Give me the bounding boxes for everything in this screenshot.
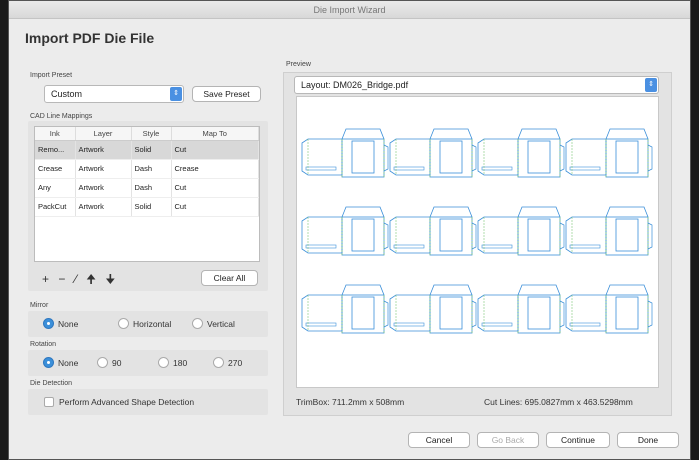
cell-map-to[interactable]: Crease: [171, 159, 259, 179]
radio-label: 180: [173, 357, 188, 368]
rotation-none-radio[interactable]: None: [43, 357, 78, 368]
mirror-none-radio[interactable]: None: [43, 318, 78, 329]
window-title: Die Import Wizard: [9, 1, 690, 19]
checkbox-icon: [44, 397, 54, 407]
continue-button[interactable]: Continue: [546, 432, 610, 448]
cell-layer: Artwork: [75, 197, 132, 217]
advanced-shape-detection-checkbox[interactable]: Perform Advanced Shape Detection: [44, 397, 194, 407]
col-layer[interactable]: Layer: [75, 127, 132, 141]
die-unit: [565, 206, 653, 256]
rotation-180-radio[interactable]: 180: [158, 357, 187, 368]
radio-selected-icon: [43, 318, 54, 329]
radio-icon: [158, 357, 169, 368]
radio-label: None: [58, 357, 79, 368]
cell-style: Solid: [131, 140, 172, 160]
import-preset-value: Custom: [51, 89, 83, 99]
cell-layer: Artwork: [75, 140, 132, 160]
cell-map-to[interactable]: Cut: [171, 197, 259, 217]
radio-label: 270: [228, 357, 243, 368]
die-unit: [301, 284, 389, 334]
layout-value: Layout: DM026_Bridge.pdf: [301, 80, 409, 90]
die-unit: [301, 128, 389, 178]
cutlines-readout: Cut Lines: 695.0827mm x 463.5298mm: [484, 397, 633, 407]
table-row[interactable]: PackCut Artwork Solid Cut: [35, 197, 259, 217]
pen-icon[interactable]: ⁄: [75, 272, 80, 286]
table-row[interactable]: Any Artwork Dash Cut: [35, 178, 259, 198]
checkbox-label: Perform Advanced Shape Detection: [59, 397, 195, 407]
radio-label: Vertical: [207, 318, 235, 329]
rotation-90-radio[interactable]: 90: [97, 357, 121, 368]
table-row[interactable]: Crease Artwork Dash Crease: [35, 159, 259, 179]
cad-toolbar: + − ⁄ 🠉 🠋: [42, 270, 118, 291]
chevron-updown-icon: ⇕: [170, 87, 182, 101]
radio-icon: [213, 357, 224, 368]
cell-style: Dash: [131, 178, 172, 198]
clear-all-button[interactable]: Clear All: [201, 270, 258, 286]
done-button[interactable]: Done: [617, 432, 679, 448]
cell-ink: PackCut: [35, 197, 76, 217]
go-back-button[interactable]: Go Back: [477, 432, 539, 448]
die-detection-label: Die Detection: [30, 380, 73, 387]
die-unit: [565, 128, 653, 178]
die-unit: [389, 128, 477, 178]
rotation-270-radio[interactable]: 270: [213, 357, 242, 368]
cad-mappings-label: CAD Line Mappings: [30, 113, 93, 120]
plus-icon[interactable]: +: [42, 272, 52, 286]
radio-icon: [118, 318, 129, 329]
die-unit: [301, 206, 389, 256]
radio-icon: [97, 357, 108, 368]
cell-style: Solid: [131, 197, 172, 217]
save-preset-button[interactable]: Save Preset: [192, 86, 261, 102]
cell-ink: Any: [35, 178, 76, 198]
mirror-horizontal-radio[interactable]: Horizontal: [118, 318, 171, 329]
table-row[interactable]: Remo... Artwork Solid Cut: [35, 140, 259, 160]
page-title: Import PDF Die File: [25, 30, 155, 46]
cell-layer: Artwork: [75, 159, 132, 179]
cell-style: Dash: [131, 159, 172, 179]
radio-label: None: [58, 318, 79, 329]
die-unit: [389, 206, 477, 256]
radio-label: 90: [112, 357, 122, 368]
cell-layer: Artwork: [75, 178, 132, 198]
die-unit: [389, 284, 477, 334]
chevron-updown-icon: ⇕: [645, 78, 657, 92]
cell-ink: Crease: [35, 159, 76, 179]
cell-map-to[interactable]: Cut: [171, 178, 259, 198]
col-style[interactable]: Style: [131, 127, 172, 141]
minus-icon[interactable]: −: [58, 272, 68, 286]
radio-label: Horizontal: [133, 318, 172, 329]
import-preset-select[interactable]: Custom ⇕: [44, 85, 184, 103]
arrow-down-icon[interactable]: 🠋: [105, 272, 118, 286]
mirror-vertical-radio[interactable]: Vertical: [192, 318, 235, 329]
trimbox-readout: TrimBox: 711.2mm x 508mm: [296, 397, 405, 407]
die-layout-drawing: [301, 128, 653, 334]
radio-selected-icon: [43, 357, 54, 368]
radio-icon: [192, 318, 203, 329]
rotation-label: Rotation: [30, 341, 57, 348]
die-unit: [477, 128, 565, 178]
layout-select[interactable]: Layout: DM026_Bridge.pdf ⇕: [294, 76, 659, 94]
die-unit: [477, 284, 565, 334]
cad-mappings-table[interactable]: Ink Layer Style Map To Remo... Artwork S…: [34, 126, 260, 262]
mirror-label: Mirror: [30, 302, 49, 309]
die-unit: [477, 206, 565, 256]
cancel-button[interactable]: Cancel: [408, 432, 470, 448]
col-map-to[interactable]: Map To: [171, 127, 259, 141]
cell-ink: Remo...: [35, 140, 76, 160]
preview-label: Preview: [286, 61, 311, 68]
cell-map-to[interactable]: Cut: [171, 140, 259, 160]
die-unit: [565, 284, 653, 334]
col-ink[interactable]: Ink: [35, 127, 76, 141]
preview-canvas[interactable]: [296, 96, 659, 388]
import-preset-label: Import Preset: [30, 72, 73, 79]
arrow-up-icon[interactable]: 🠉: [86, 272, 99, 286]
